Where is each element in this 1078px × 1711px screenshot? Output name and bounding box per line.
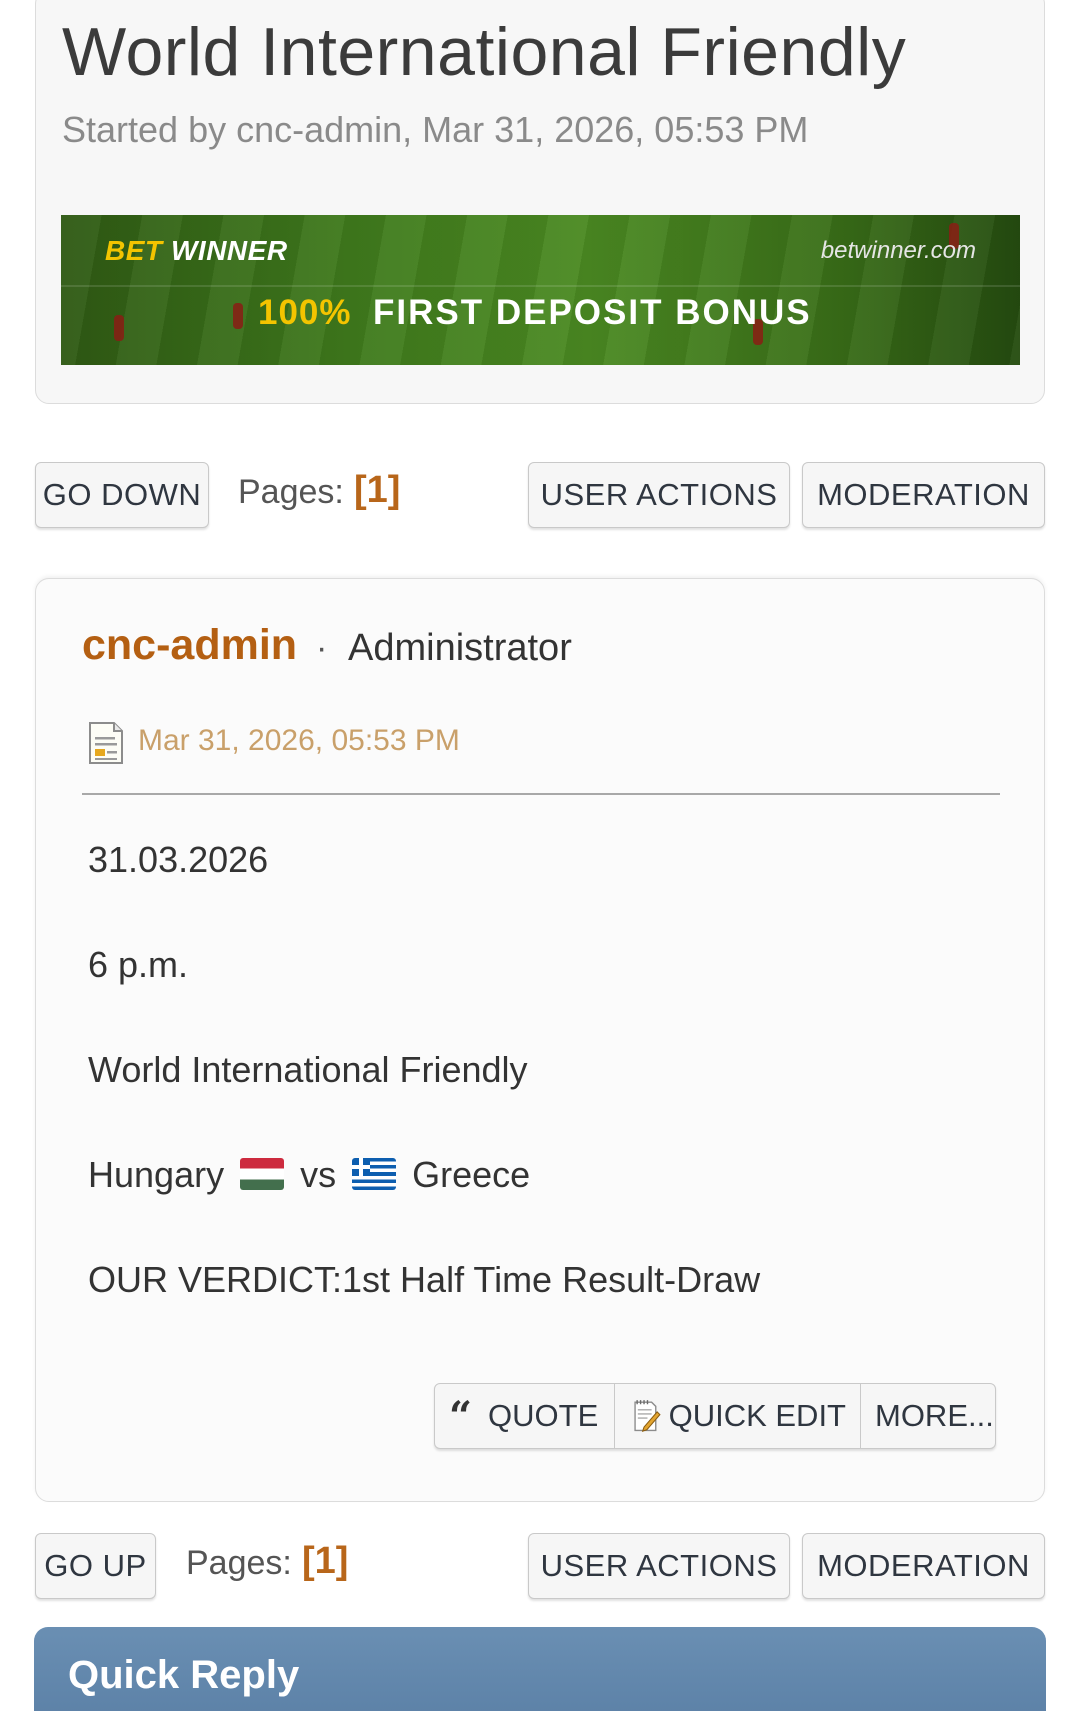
poster-name-link[interactable]: cnc-admin <box>82 621 297 670</box>
quick-edit-button[interactable]: QUICK EDIT <box>615 1384 861 1448</box>
pages-label: Pages: <box>238 473 344 511</box>
post-verdict-line: OUR VERDICT:1st Half Time Result-Draw <box>88 1259 761 1300</box>
banner-brand-winner: WINNER <box>171 235 288 266</box>
current-page-link[interactable]: [1] <box>302 1540 348 1583</box>
post-competition-line: World International Friendly <box>88 1049 528 1090</box>
quick-reply-header[interactable]: Quick Reply <box>34 1627 1046 1711</box>
post-actions: “ QUOTE QUICK EDIT MORE... <box>434 1383 996 1449</box>
quote-icon: “ <box>449 1392 473 1440</box>
banner-bonus-percent: 100% <box>258 293 352 332</box>
post-card: cnc-admin · Administrator Mar 31, 2026, … <box>35 578 1045 1502</box>
more-button[interactable]: MORE... <box>861 1384 995 1448</box>
topic-header: World International Friendly Started by … <box>35 0 1045 404</box>
current-page-link[interactable]: [1] <box>354 469 400 512</box>
quick-edit-label: QUICK EDIT <box>668 1398 846 1433</box>
topic-meta: Started by cnc-admin, Mar 31, 2026, 05:5… <box>62 109 809 150</box>
banner-brand-bet: BET <box>105 235 163 266</box>
betwinner-banner[interactable]: BET WINNER betwinner.com 100% FIRST DEPO… <box>61 215 1020 365</box>
post-date-line: 31.03.2026 <box>88 839 269 880</box>
quick-reply-title: Quick Reply <box>68 1653 300 1697</box>
moderation-button[interactable]: MODERATION <box>802 462 1045 528</box>
banner-player-figure <box>233 303 243 329</box>
banner-field-line <box>61 285 1020 287</box>
topic-title: World International Friendly <box>62 14 907 90</box>
pages-label: Pages: <box>186 1544 292 1582</box>
quote-label: QUOTE <box>488 1398 599 1433</box>
poster-separator: · <box>316 629 328 667</box>
banner-player-figure <box>114 315 124 341</box>
edit-note-icon <box>634 1400 661 1432</box>
user-actions-button[interactable]: USER ACTIONS <box>528 1533 790 1599</box>
away-team: Greece <box>412 1154 531 1195</box>
post-date-link[interactable]: Mar 31, 2026, 05:53 PM <box>138 724 460 758</box>
banner-bonus-text: FIRST DEPOSIT BONUS <box>373 293 812 332</box>
home-team: Hungary <box>88 1154 225 1195</box>
go-up-button[interactable]: GO UP <box>35 1533 156 1599</box>
banner-url: betwinner.com <box>820 237 976 264</box>
versus-text: vs <box>300 1154 337 1195</box>
hungary-flag-icon <box>240 1158 285 1190</box>
go-down-button[interactable]: GO DOWN <box>35 462 209 528</box>
poster-role: Administrator <box>348 627 572 669</box>
quote-button[interactable]: “ QUOTE <box>435 1384 615 1448</box>
post-match-line: Hungary vs Greece <box>88 1154 530 1196</box>
document-icon <box>89 722 123 764</box>
moderation-button[interactable]: MODERATION <box>802 1533 1045 1599</box>
greece-flag-icon <box>352 1158 397 1190</box>
post-time-line: 6 p.m. <box>88 944 189 985</box>
post-divider <box>82 793 1000 795</box>
user-actions-button[interactable]: USER ACTIONS <box>528 462 790 528</box>
